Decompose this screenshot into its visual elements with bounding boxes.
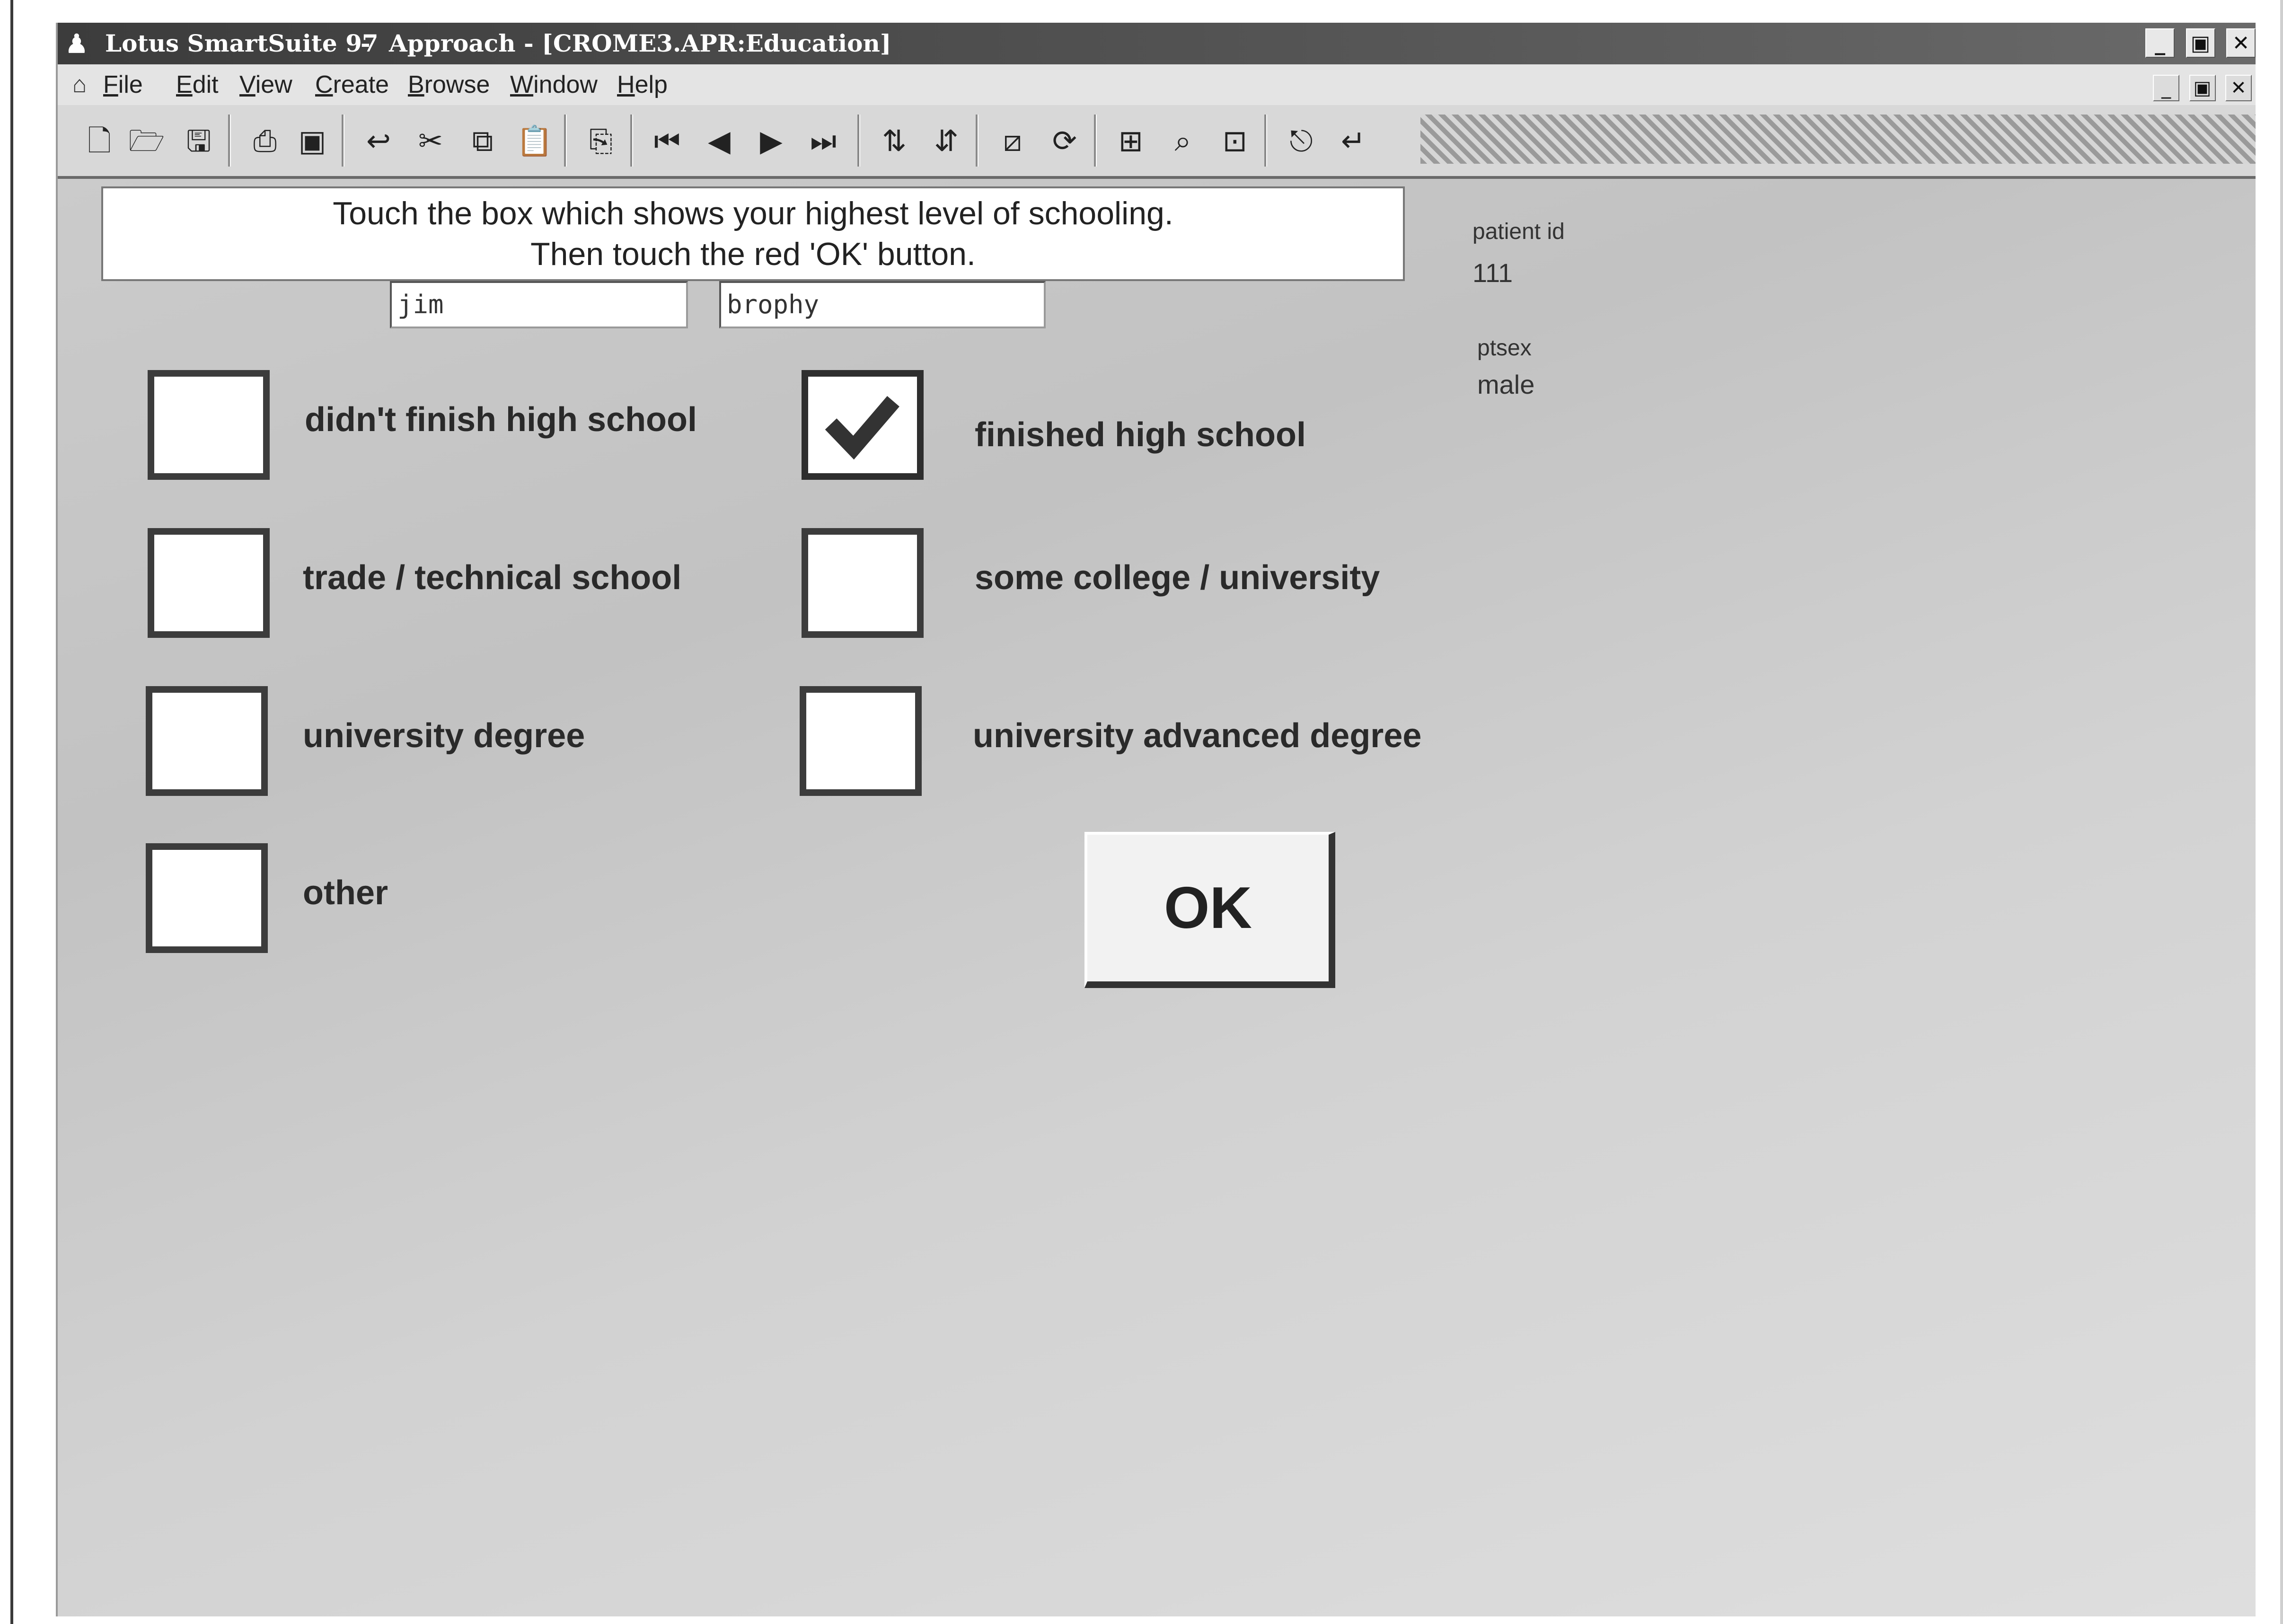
option-checkbox-didnt-finish-high-school[interactable] xyxy=(148,370,270,480)
instructions-line-2: Then touch the red 'OK' button. xyxy=(530,236,976,272)
title-bar[interactable]: ♟ Lotus SmartSuite 97 - Approach - [CROM… xyxy=(58,23,2256,64)
option-label-didnt-finish-high-school[interactable]: didn't finish high school xyxy=(305,400,697,439)
option-label-some-college-university[interactable]: some college / university xyxy=(975,558,1380,597)
sort-ascending-icon[interactable]: ⇅ xyxy=(872,118,917,164)
instructions-line-1: Touch the box which shows your highest l… xyxy=(333,195,1173,231)
cut-icon[interactable]: ✂ xyxy=(408,118,453,164)
menu-window[interactable]: Window xyxy=(510,71,598,98)
new-file-icon[interactable]: 🗋 xyxy=(77,118,122,164)
option-label-university-advanced-degree[interactable]: university advanced degree xyxy=(973,716,1421,755)
menu-browse[interactable]: Browse xyxy=(408,71,490,98)
lotus-app-icon[interactable]: ♟ xyxy=(62,29,91,58)
paste-icon[interactable]: 📋 xyxy=(512,118,557,164)
option-label-trade-technical-school[interactable]: trade / technical school xyxy=(303,558,681,597)
close-button[interactable]: ✕ xyxy=(2226,28,2256,58)
window-title-app: Lotus SmartSuite 97 xyxy=(105,29,379,57)
doc-close-button[interactable]: ✕ xyxy=(2225,75,2252,101)
last-record-icon[interactable]: ⏭ xyxy=(801,118,846,164)
toolbar-separator xyxy=(1094,115,1097,167)
ptsex-value: male xyxy=(1477,370,1535,399)
first-record-icon[interactable]: ⏮ xyxy=(644,118,690,164)
preview-icon[interactable]: ▣ xyxy=(290,118,335,164)
menu-edit[interactable]: Edit xyxy=(176,71,219,98)
option-label-university-degree[interactable]: university degree xyxy=(303,716,585,755)
option-checkbox-other[interactable] xyxy=(146,843,268,953)
scan-frame-right xyxy=(2280,0,2283,1624)
undo-icon[interactable]: ↩ xyxy=(356,118,401,164)
ok-button[interactable]: OK xyxy=(1084,832,1335,988)
doc-minimize-button[interactable]: _ xyxy=(2153,75,2180,101)
open-file-icon[interactable]: 🗁 xyxy=(124,118,169,164)
window-controls: _ ▣ ✕ xyxy=(2142,28,2256,59)
app-window: ♟ Lotus SmartSuite 97 - Approach - [CROM… xyxy=(56,23,2256,1616)
window-title-separator: - xyxy=(361,29,370,57)
toolbar-separator xyxy=(630,115,633,167)
menu-create[interactable]: Create xyxy=(315,71,389,98)
previous-record-icon[interactable]: ◀ xyxy=(696,118,742,164)
enter-icon[interactable]: ↵ xyxy=(1331,118,1376,164)
find-all-icon[interactable]: ⊡ xyxy=(1212,118,1258,164)
option-checkbox-some-college-university[interactable] xyxy=(802,528,924,638)
patient-id-value: 111 xyxy=(1472,258,1513,288)
scan-frame-left xyxy=(10,0,13,1624)
checkmark-icon xyxy=(825,396,899,460)
first-name-field[interactable]: jim xyxy=(390,281,688,328)
window-title-document: Approach - [CROME3.APR:Education] xyxy=(389,29,891,57)
toolbar-separator xyxy=(228,115,231,167)
draw-icon[interactable]: ⧄ xyxy=(990,118,1035,164)
sort-descending-icon[interactable]: ⇵ xyxy=(924,118,969,164)
option-label-other[interactable]: other xyxy=(303,874,388,912)
esc-icon[interactable]: ⎋ xyxy=(1278,118,1324,164)
doc-restore-button[interactable]: ▣ xyxy=(2189,75,2216,101)
insert-icon[interactable]: ⊞ xyxy=(1108,118,1154,164)
toolbar-separator xyxy=(342,115,344,167)
patient-id-label: patient id xyxy=(1472,219,1565,244)
option-checkbox-trade-technical-school[interactable] xyxy=(148,528,270,638)
option-label-finished-high-school[interactable]: finished high school xyxy=(975,415,1306,454)
option-checkbox-finished-high-school[interactable] xyxy=(802,370,924,480)
toolbar-separator xyxy=(564,115,567,167)
document-window-controls: _ ▣ ✕ xyxy=(2150,72,2252,101)
option-checkbox-university-degree[interactable] xyxy=(146,686,268,796)
minimize-button[interactable]: _ xyxy=(2145,28,2175,58)
find-icon[interactable]: ⌕ xyxy=(1160,118,1206,164)
form-area: Touch the box which shows your highest l… xyxy=(58,179,2256,1616)
toolbar-separator xyxy=(857,115,860,167)
instructions-box: Touch the box which shows your highest l… xyxy=(101,186,1405,281)
option-checkbox-university-advanced-degree[interactable] xyxy=(800,686,922,796)
copy-icon[interactable]: ⧉ xyxy=(460,118,505,164)
menu-help[interactable]: Help xyxy=(617,71,668,98)
print-icon[interactable]: ⎙ xyxy=(242,118,288,164)
ptsex-label: ptsex xyxy=(1477,335,1532,361)
menu-view[interactable]: View xyxy=(239,71,292,98)
toolbar-separator xyxy=(976,115,978,167)
new-record-icon[interactable]: ⎘ xyxy=(578,118,624,164)
toolbar-separator xyxy=(1264,115,1267,167)
menu-file[interactable]: File xyxy=(103,71,143,98)
save-icon[interactable]: 🖫 xyxy=(176,118,221,164)
document-icon[interactable]: ⌂ xyxy=(66,71,93,97)
toolbar-hatch xyxy=(1420,115,2256,164)
restore-button[interactable]: ▣ xyxy=(2186,28,2215,58)
last-name-field[interactable]: brophy xyxy=(719,281,1046,328)
next-record-icon[interactable]: ▶ xyxy=(749,118,794,164)
toolbar: 🗋 🗁 🖫 ⎙ ▣ ↩ ✂ ⧉ 📋 ⎘ ⏮ ◀ ▶ ⏭ ⇅ ⇵ ⧄ ⟳ ⊞ ⌕ … xyxy=(58,105,2256,179)
menu-bar: ⌂ File Edit View Create Browse Window He… xyxy=(58,64,2256,105)
refresh-icon[interactable]: ⟳ xyxy=(1042,118,1087,164)
